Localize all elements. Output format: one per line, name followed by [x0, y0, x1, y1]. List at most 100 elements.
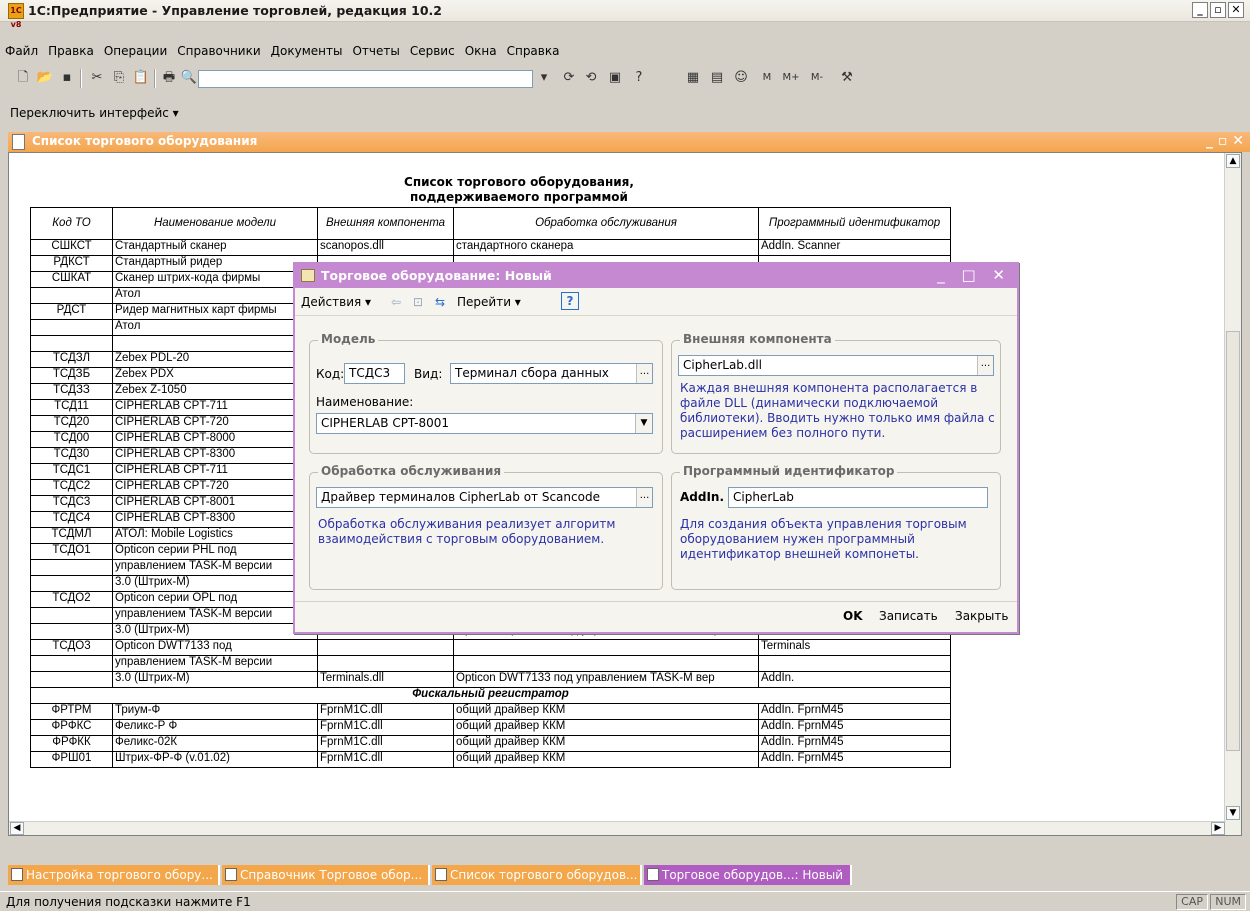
table-cell[interactable]: FprnM1C.dll — [317, 735, 454, 752]
save-button[interactable]: Записать — [879, 609, 938, 623]
table-cell[interactable] — [112, 335, 318, 352]
table-cell[interactable]: общий драйвер ККМ — [453, 735, 759, 752]
help-icon[interactable]: ? — [630, 69, 648, 87]
table-cell[interactable]: ТСДЗЗ — [30, 383, 113, 400]
table-cell[interactable] — [317, 655, 454, 672]
find-next-icon[interactable]: ⟳ — [560, 69, 578, 87]
paste-icon[interactable]: 📋 — [132, 69, 150, 87]
close-dialog-button[interactable]: Закрыть — [955, 609, 1008, 623]
table-cell[interactable]: Zebex Z-1050 — [112, 383, 318, 400]
name-field[interactable]: CIPHERLAB CPT-8001 ▼ — [316, 413, 653, 434]
table-cell[interactable]: управлением TASK-M версии — [112, 559, 318, 576]
vertical-scrollbar[interactable]: ▲ ▼ — [1224, 153, 1241, 835]
menu-reports[interactable]: Отчеты — [347, 40, 404, 62]
document-window-controls[interactable]: _ ▫ ✕ — [1206, 133, 1244, 149]
table-cell[interactable]: общий драйвер ККМ — [453, 703, 759, 720]
table-cell[interactable]: Штрих-ФР-Ф (v.01.02) — [112, 751, 318, 768]
table-cell[interactable]: ФРФКС — [30, 719, 113, 736]
table-cell[interactable] — [30, 287, 113, 304]
table-cell[interactable]: общий драйвер ККМ — [453, 751, 759, 768]
table-cell[interactable]: ТСД00 — [30, 431, 113, 448]
new-document-icon[interactable]: 🗋 — [14, 69, 32, 87]
table-cell[interactable]: Стандартный ридер — [112, 255, 318, 272]
table-cell[interactable]: AddIn. Scanner — [758, 239, 951, 256]
ok-button[interactable]: OK — [843, 609, 863, 623]
menu-file[interactable]: Файл — [0, 40, 43, 62]
table-cell[interactable] — [30, 319, 113, 336]
table-cell[interactable]: CIPHERLAB CPT-8300 — [112, 447, 318, 464]
memory-m-icon[interactable]: M — [758, 69, 776, 87]
calculator-icon[interactable]: ▦ — [684, 69, 702, 87]
table-cell[interactable]: ТСДЗЛ — [30, 351, 113, 368]
table-cell[interactable]: 3.0 (Штрих-М) — [112, 671, 318, 688]
table-cell[interactable]: Opticon DWT7133 под — [112, 639, 318, 656]
scroll-left-icon[interactable]: ◀ — [10, 822, 24, 835]
table-cell[interactable]: ТСД30 — [30, 447, 113, 464]
table-cell[interactable]: Феликс-Р Ф — [112, 719, 318, 736]
table-cell[interactable]: ТСДС2 — [30, 479, 113, 496]
table-cell[interactable]: ТСДО3 — [30, 639, 113, 656]
table-cell[interactable]: AddIn. FprnM45 — [758, 751, 951, 768]
table-cell[interactable]: Terminals — [758, 639, 951, 656]
table-cell[interactable]: СШКАТ — [30, 271, 113, 288]
table-cell[interactable]: РДСТ — [30, 303, 113, 320]
back-icon[interactable]: ⇦ — [391, 295, 401, 309]
switch-interface-button[interactable]: Переключить интерфейс ▾ — [10, 106, 179, 120]
menu-help[interactable]: Справка — [502, 40, 565, 62]
table-cell[interactable] — [30, 655, 113, 672]
table-cell[interactable]: СШКСТ — [30, 239, 113, 256]
task-equipment-list[interactable]: Список торгового оборудов... — [432, 865, 642, 885]
table-cell[interactable]: AddIn. FprnM45 — [758, 735, 951, 752]
table-cell[interactable]: стандартного сканера — [453, 239, 759, 256]
table-cell[interactable]: CIPHERLAB CPT-8001 — [112, 495, 318, 512]
table-cell[interactable]: управлением TASK-M версии — [112, 655, 318, 672]
table-cell[interactable]: ТСД11 — [30, 399, 113, 416]
tools-icon[interactable]: ⚒ — [838, 69, 856, 87]
table-cell[interactable]: Zebex PDL-20 — [112, 351, 318, 368]
task-equipment-settings[interactable]: Настройка торгового обору... — [8, 865, 220, 885]
open-icon[interactable]: 📂 — [36, 69, 54, 87]
code-input[interactable]: ТСДС3 — [344, 363, 405, 384]
memory-minus-icon[interactable]: M- — [806, 69, 828, 87]
table-cell[interactable]: ТСДЗБ — [30, 367, 113, 384]
table-cell[interactable]: ТСД20 — [30, 415, 113, 432]
processing-field[interactable]: Драйвер терминалов CipherLab от Scancode… — [316, 487, 653, 508]
table-cell[interactable]: Zebex PDX — [112, 367, 318, 384]
table-cell[interactable] — [30, 335, 113, 352]
calendar-icon[interactable]: ▤ — [708, 69, 726, 87]
menu-service[interactable]: Сервис — [405, 40, 460, 62]
table-cell[interactable] — [453, 639, 759, 656]
table-cell[interactable]: ФРФКК — [30, 735, 113, 752]
scrollbar-thumb[interactable] — [1226, 331, 1240, 751]
table-cell[interactable]: CIPHERLAB CPT-8000 — [112, 431, 318, 448]
dialog-window-controls[interactable]: _ □ ✕ — [937, 266, 1011, 284]
table-cell[interactable]: CIPHERLAB CPT-711 — [112, 463, 318, 480]
copy-icon[interactable]: ⎘ — [110, 69, 128, 87]
table-cell[interactable]: Триум-Ф — [112, 703, 318, 720]
processing-select-button[interactable]: ... — [636, 488, 652, 507]
menu-documents[interactable]: Документы — [266, 40, 348, 62]
print-icon[interactable]: 🖶 — [160, 69, 178, 87]
minimize-button[interactable]: _ — [1192, 2, 1208, 18]
table-cell[interactable]: ФРШ01 — [30, 751, 113, 768]
table-cell[interactable]: ТСДМЛ — [30, 527, 113, 544]
menu-operations[interactable]: Операции — [99, 40, 172, 62]
table-cell[interactable]: ТСДС3 — [30, 495, 113, 512]
preview-icon[interactable]: 🔍 — [180, 69, 198, 87]
user-icon[interactable]: ☺ — [732, 69, 750, 87]
scroll-up-icon[interactable]: ▲ — [1226, 154, 1240, 168]
table-cell[interactable]: 3.0 (Штрих-М) — [112, 623, 318, 640]
search-input[interactable] — [198, 70, 533, 88]
restore-button[interactable]: ▫ — [1210, 2, 1226, 18]
table-cell[interactable]: FprnM1C.dll — [317, 751, 454, 768]
table-cell[interactable]: управлением TASK-M версии — [112, 607, 318, 624]
table-cell[interactable] — [30, 671, 113, 688]
table-cell[interactable] — [758, 655, 951, 672]
menu-windows[interactable]: Окна — [460, 40, 502, 62]
table-cell[interactable]: Сканер штрих-кода фирмы — [112, 271, 318, 288]
close-button[interactable]: ✕ — [1228, 2, 1244, 18]
task-equipment-new[interactable]: Торговое оборудов...: Новый — [644, 865, 852, 885]
window-icon[interactable]: ▣ — [606, 69, 624, 87]
table-cell[interactable]: AddIn. — [758, 671, 951, 688]
table-cell[interactable]: AddIn. FprnM45 — [758, 719, 951, 736]
